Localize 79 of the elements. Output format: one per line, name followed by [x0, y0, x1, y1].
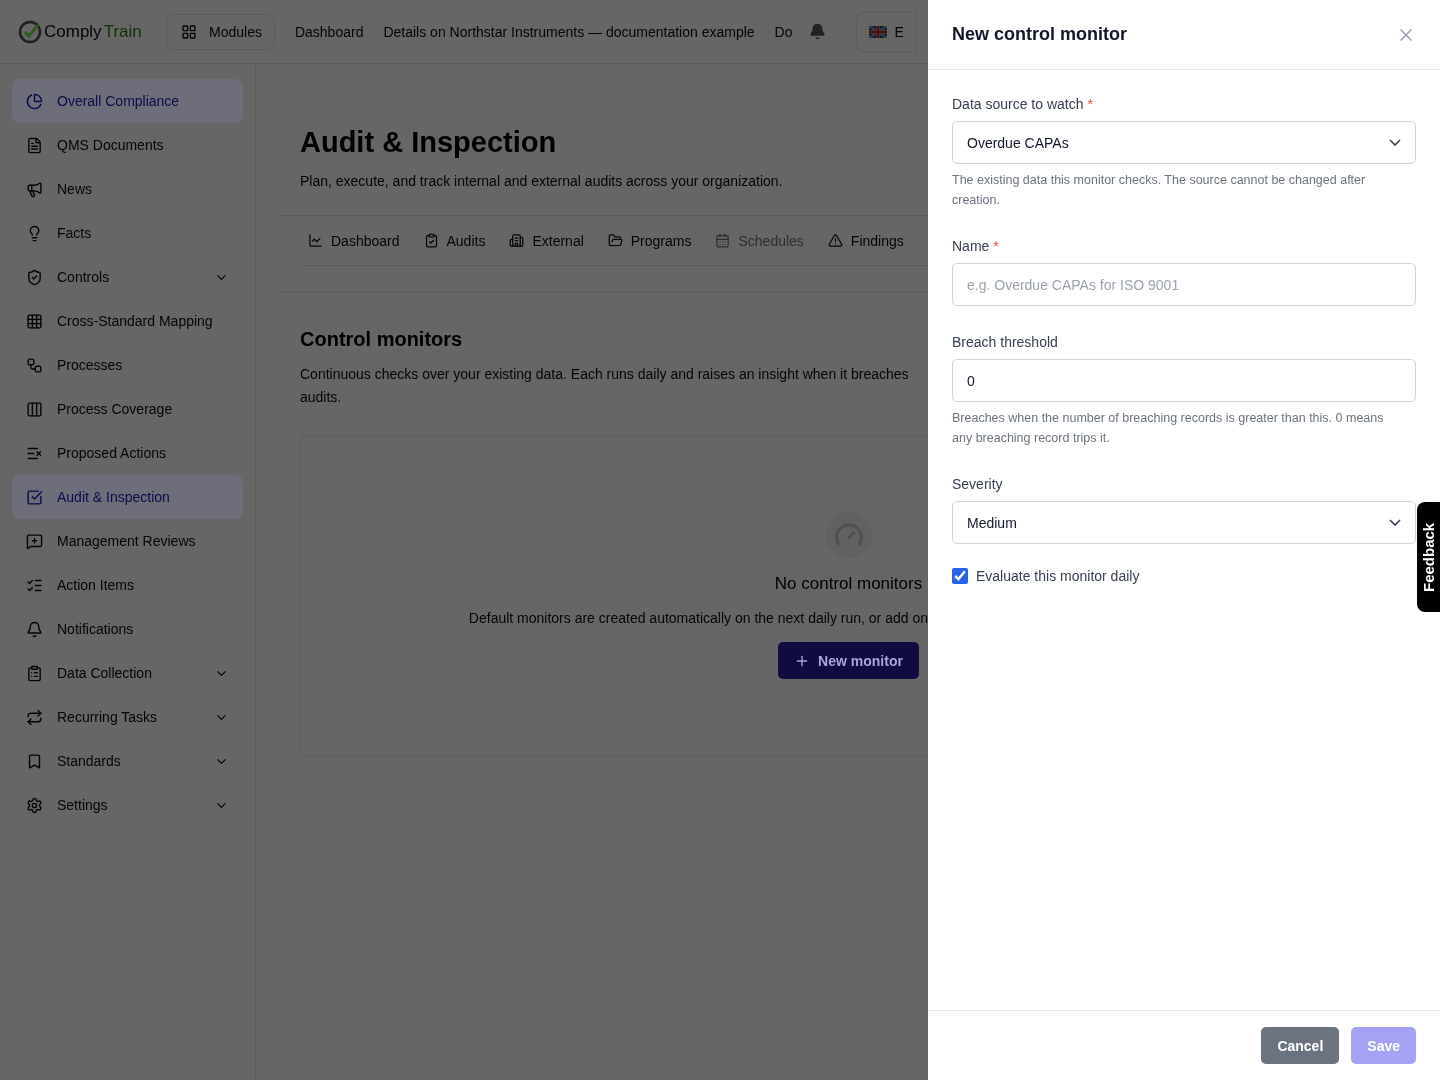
chevron-down-icon — [1389, 519, 1401, 526]
select-field[interactable]: Overdue CAPAs — [952, 121, 1416, 164]
bell-icon — [26, 620, 43, 638]
field-label: Severity — [952, 476, 1004, 492]
chat-edit-icon — [26, 532, 43, 550]
input-field[interactable]: e.g. Overdue CAPAs for ISO 9001 — [952, 263, 1416, 306]
clipboard-check-icon — [423, 233, 439, 248]
grid-icon — [181, 23, 197, 40]
tab[interactable]: Programs — [607, 232, 692, 249]
section-description: Continuous checks over your existing data. Each runs daily and raises an insight when it breaches audits. — [300, 365, 910, 407]
sidebar-item[interactable]: Proposed Actions — [12, 431, 243, 475]
drawer-title: New control monitor — [952, 24, 1127, 45]
sidebar-item[interactable]: QMS Documents — [12, 123, 243, 167]
sidebar-item[interactable]: Processes — [12, 343, 243, 387]
tab[interactable]: Findings — [827, 232, 904, 249]
sidebar-item[interactable]: Recurring Tasks — [12, 695, 243, 739]
page-subtitle: Plan, execute, and track internal and external audits across your organization. — [300, 173, 784, 189]
logo-text: Comply — [44, 21, 102, 42]
tab[interactable]: Dashboard — [308, 232, 400, 249]
settings-icon — [26, 796, 43, 814]
sidebar-item[interactable]: Controls — [12, 255, 243, 299]
input-field[interactable]: 0 — [952, 359, 1416, 402]
clipboard-icon — [26, 664, 43, 682]
sidebar-item[interactable]: Settings — [12, 783, 243, 827]
checkbox-icon — [26, 488, 43, 506]
repeat-icon — [26, 708, 43, 726]
calendar-icon — [715, 233, 731, 248]
sidebar-item[interactable]: Data Collection — [12, 651, 243, 695]
sidebar-item[interactable]: Action Items — [12, 563, 243, 607]
field-label: Data source to watch * — [952, 96, 1094, 112]
required-mark: * — [993, 238, 999, 254]
bookmark-icon — [26, 752, 43, 770]
flow-icon — [26, 356, 43, 374]
logo-check-icon — [18, 19, 42, 44]
section-title: Control monitors — [300, 328, 464, 351]
checkbox-label: Evaluate this monitor daily — [976, 568, 1140, 584]
cancel-button[interactable]: Cancel — [1261, 1027, 1340, 1064]
language-button[interactable]: E — [855, 11, 917, 52]
folder-icon — [607, 233, 623, 248]
field-label: Breach threshold — [952, 334, 1059, 350]
sidebar-item[interactable]: Standards — [12, 739, 243, 783]
sidebar-item[interactable]: Management Reviews — [12, 519, 243, 563]
tab[interactable]: External — [509, 232, 584, 249]
sidebar-item[interactable]: Audit & Inspection — [12, 475, 243, 519]
help-text: Breaches when the number of breaching records is greater than this. 0 means any breaching record trips it. — [952, 410, 1385, 447]
pie-chart-icon — [26, 92, 43, 110]
chevron-down-icon — [1389, 139, 1401, 146]
feedback-tab[interactable]: Feedback — [1417, 502, 1440, 612]
sidebar-item[interactable]: News — [12, 167, 243, 211]
sidebar-item[interactable]: Notifications — [12, 607, 243, 651]
checkbox[interactable] — [952, 568, 968, 584]
empty-state-title: No control monitors — [774, 574, 923, 594]
help-text: The existing data this monitor checks. The source cannot be changed after creation. — [952, 172, 1367, 209]
field-label: Name * — [952, 238, 1000, 254]
tab[interactable]: Audits — [423, 232, 486, 249]
grid-icon — [26, 312, 43, 330]
sidebar-item[interactable]: Process Coverage — [12, 387, 243, 431]
building-icon — [509, 233, 525, 248]
flag-icon — [868, 25, 887, 38]
nav-link[interactable]: Details on Northstar Instruments — documentation example — [383, 23, 755, 40]
nav-link[interactable]: Dashboard — [294, 23, 364, 40]
document-icon — [26, 136, 43, 154]
warning-icon — [827, 233, 843, 248]
line-chart-icon — [308, 233, 323, 248]
megaphone-icon — [26, 180, 43, 198]
modules-button[interactable]: Modules — [166, 13, 275, 50]
required-mark: * — [1087, 96, 1093, 112]
sidebar-item[interactable]: Overall Compliance — [12, 79, 243, 123]
shield-check-icon — [26, 268, 43, 286]
select-field[interactable]: Medium — [952, 501, 1416, 544]
page-title: Audit & Inspection — [300, 126, 558, 159]
new-monitor-button[interactable]: New monitor — [778, 642, 919, 679]
columns-icon — [26, 400, 43, 418]
nav-link[interactable]: Do — [774, 23, 793, 40]
logo-text-accent: Train — [103, 21, 142, 42]
sidebar-item[interactable]: Facts — [12, 211, 243, 255]
empty-state-text: Default monitors are created automatically on the next daily run, or add on — [468, 610, 928, 626]
sidebar-item[interactable]: Cross-Standard Mapping — [12, 299, 243, 343]
bell-icon[interactable] — [808, 23, 826, 40]
